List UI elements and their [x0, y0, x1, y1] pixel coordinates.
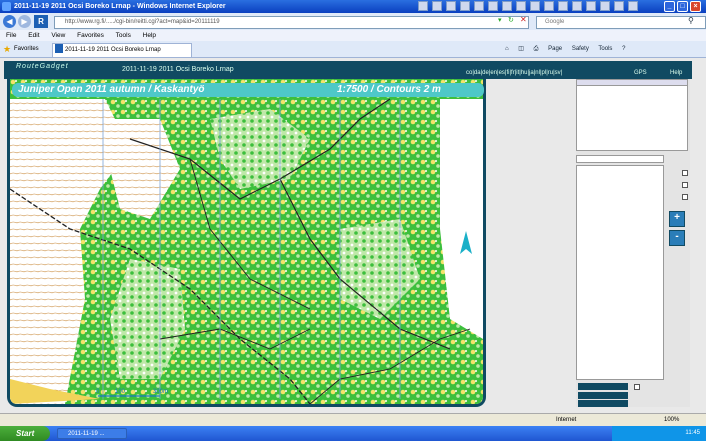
command-bar: ⌂ ◫ ⎙ Page Safety Tools ? — [505, 43, 705, 56]
menu-view[interactable]: View — [51, 32, 65, 39]
quicklaunch-icon[interactable] — [502, 1, 512, 11]
zoom-in-button[interactable]: + — [669, 211, 685, 227]
quicklaunch-icon[interactable] — [488, 1, 498, 11]
option-checkbox[interactable] — [682, 194, 688, 200]
quicklaunch-icon[interactable] — [432, 1, 442, 11]
ie-icon — [2, 2, 11, 11]
gps-link[interactable]: GPS — [634, 70, 647, 76]
quicklaunch-icon[interactable] — [628, 1, 638, 11]
quicklaunch-icon[interactable] — [586, 1, 596, 11]
window-title: 2011-11-19 2011 Ocsi Boreko Lrnap - Wind… — [14, 3, 226, 10]
language-links[interactable]: co|da|de|en|es|fi|fr|it|hu|ja|nl|pl|ru|s… — [466, 70, 562, 76]
minimize-button[interactable]: _ — [664, 1, 675, 12]
print-icon[interactable]: ⎙ — [534, 46, 539, 52]
map-title: Juniper Open 2011 autumn / Kaskantyö — [18, 84, 205, 95]
feeds-icon[interactable]: ◫ — [518, 46, 524, 52]
action-button[interactable] — [578, 383, 628, 390]
routegadget-logo: RouteGadget — [16, 63, 69, 70]
menu-bar: File Edit View Favorites Tools Help — [0, 30, 706, 41]
address-field[interactable]: http://www.rg.fi/...../cgi-bin/reitti.cg… — [54, 16, 529, 29]
tab-active[interactable]: 2011-11-19 2011 Ocsi Boreko Lrnap — [52, 43, 192, 57]
competitor-list[interactable] — [576, 79, 688, 151]
map-name: 2011-11-19 2011 Ocsi Boreko Lrnap — [122, 66, 234, 73]
scale-label-100: 100 — [115, 389, 126, 395]
forward-button[interactable]: ▶ — [18, 15, 31, 28]
class-select[interactable] — [576, 155, 664, 163]
taskbar-item[interactable]: 2011-11-19 ... — [57, 428, 127, 439]
address-row: ◀ ▶ R http://www.rg.fi/...../cgi-bin/rei… — [0, 13, 706, 30]
quicklaunch-icon[interactable] — [558, 1, 568, 11]
search-input[interactable]: Google — [536, 16, 706, 29]
stop-icon[interactable]: ✕ — [520, 15, 527, 24]
quicklaunch-icon[interactable] — [572, 1, 582, 11]
maximize-button[interactable]: □ — [677, 1, 688, 12]
map-frame[interactable]: 0 100 300m — [7, 79, 486, 407]
competitor-list-header — [577, 80, 687, 86]
page-menu[interactable]: Page — [548, 46, 562, 52]
option-checkbox[interactable] — [682, 182, 688, 188]
show-checkbox[interactable] — [634, 384, 640, 390]
quicklaunch-icon[interactable] — [516, 1, 526, 11]
menu-edit[interactable]: Edit — [28, 32, 39, 39]
quicklaunch-icon[interactable] — [530, 1, 540, 11]
help-link[interactable]: Help — [670, 70, 682, 76]
system-tray: 11:45 — [612, 426, 706, 441]
tools-menu[interactable]: Tools — [598, 46, 612, 52]
start-button[interactable]: Start — [0, 426, 50, 441]
class-competitor-list[interactable] — [576, 165, 664, 380]
zoom-out-button[interactable]: - — [669, 230, 685, 246]
home-icon[interactable]: ⌂ — [505, 46, 509, 52]
quicklaunch-icon[interactable] — [474, 1, 484, 11]
action-button[interactable] — [578, 400, 628, 407]
menu-help[interactable]: Help — [143, 32, 156, 39]
window-titlebar: 2011-11-19 2011 Ocsi Boreko Lrnap - Wind… — [0, 0, 706, 13]
clock: 11:45 — [685, 430, 700, 436]
go-icon[interactable]: ▾ — [498, 16, 502, 24]
taskbar: Start 2011-11-19 ... 11:45 — [0, 426, 706, 441]
help-icon[interactable]: ? — [622, 46, 625, 52]
menu-tools[interactable]: Tools — [116, 32, 131, 39]
quicklaunch-icon[interactable] — [418, 1, 428, 11]
quicklaunch-icon[interactable] — [460, 1, 470, 11]
search-icon[interactable]: ⚲ — [688, 16, 694, 25]
status-bar: Internet 100% — [0, 413, 706, 426]
option-checkbox[interactable] — [682, 170, 688, 176]
quicklaunch-icon[interactable] — [544, 1, 554, 11]
menu-favorites[interactable]: Favorites — [77, 32, 104, 39]
routegadget-header: RouteGadget 2011-11-19 2011 Ocsi Boreko … — [4, 61, 692, 79]
map-scale-contours: 1:7500 / Contours 2 m — [337, 84, 441, 95]
map-title-banner: Juniper Open 2011 autumn / Kaskantyö 1:7… — [12, 83, 484, 97]
orienteering-map[interactable]: 0 100 300m — [10, 79, 483, 404]
quicklaunch-icon[interactable] — [614, 1, 624, 11]
scale-label-300: 300m — [153, 389, 168, 395]
back-button[interactable]: ◀ — [3, 15, 16, 28]
refresh-icon[interactable]: ↻ — [508, 16, 514, 24]
quicklaunch-icon[interactable] — [446, 1, 456, 11]
tab-row: ★ Favorites 2011-11-19 2011 Ocsi Boreko … — [0, 41, 706, 58]
rg-favicon-icon: R — [34, 15, 48, 28]
tab-favicon-icon — [55, 44, 63, 53]
quicklaunch-icon[interactable] — [600, 1, 610, 11]
control-panel: + - — [576, 79, 690, 407]
safety-menu[interactable]: Safety — [572, 46, 589, 52]
menu-file[interactable]: File — [6, 32, 16, 39]
action-button[interactable] — [578, 392, 628, 399]
close-button[interactable]: × — [690, 1, 701, 12]
